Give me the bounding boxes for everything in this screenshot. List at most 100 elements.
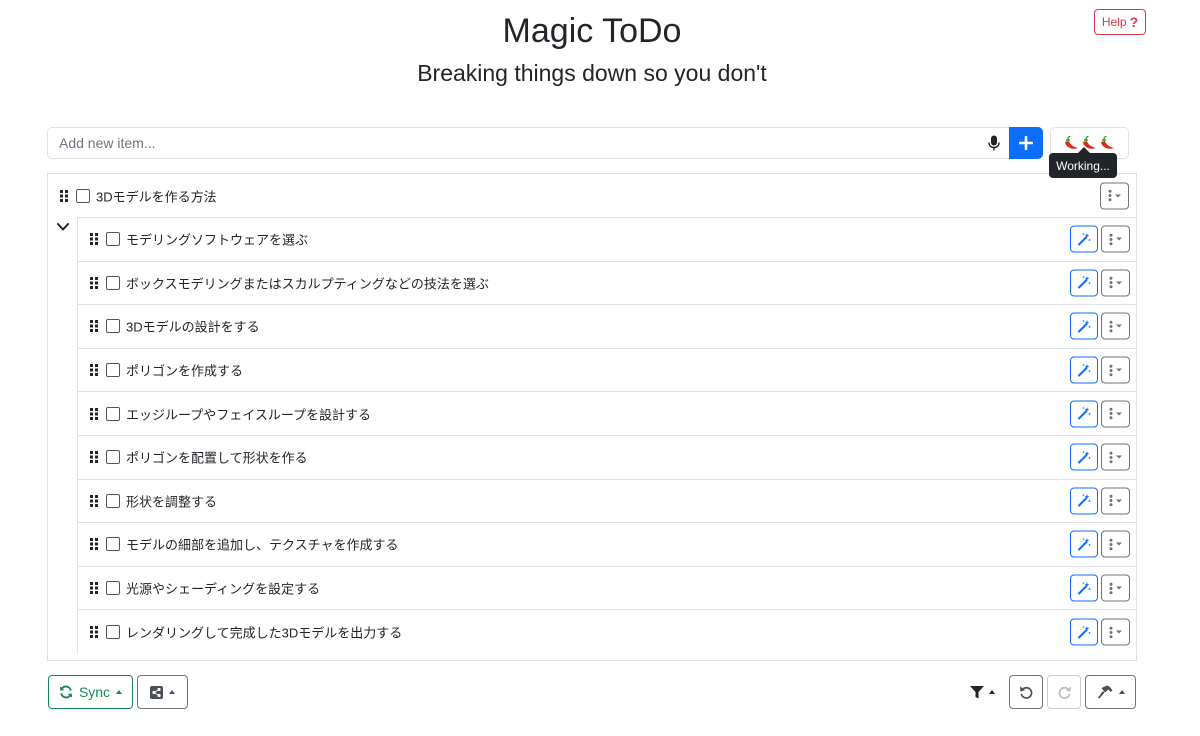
magic-breakdown-button[interactable]: [1070, 225, 1098, 253]
task-label[interactable]: 形状を調整する: [126, 491, 217, 510]
task-menu-button[interactable]: [1101, 356, 1130, 384]
task-menu-button[interactable]: [1101, 618, 1130, 646]
task-checkbox[interactable]: [106, 232, 120, 247]
magic-breakdown-button[interactable]: [1070, 443, 1098, 471]
drag-handle-icon[interactable]: [90, 364, 98, 377]
task-checkbox[interactable]: [106, 581, 120, 596]
vertical-dots-icon: [1109, 538, 1113, 551]
task-checkbox[interactable]: [76, 188, 90, 203]
caret-down-icon: [1116, 586, 1122, 590]
share-icon: [150, 685, 163, 699]
drag-handle-icon[interactable]: [90, 407, 98, 420]
task-label[interactable]: レンダリングして完成した3Dモデルを出力する: [126, 623, 402, 642]
task-menu-button[interactable]: [1101, 443, 1130, 471]
add-item-input[interactable]: [47, 127, 1009, 159]
task-label[interactable]: 3Dモデルの設計をする: [126, 317, 260, 336]
help-button[interactable]: Help ?: [1094, 9, 1146, 35]
magic-wand-icon: [1078, 232, 1091, 246]
task-menu-button[interactable]: [1101, 530, 1130, 558]
task-checkbox[interactable]: [106, 450, 120, 465]
task-label[interactable]: ボックスモデリングまたはスカルプティングなどの技法を選ぶ: [126, 273, 489, 292]
task-label[interactable]: 光源やシェーディングを設定する: [126, 579, 320, 598]
caret-up-icon: [116, 690, 123, 694]
task-row: エッジループやフェイスループを設計する: [78, 392, 1137, 436]
task-menu-button[interactable]: [1101, 269, 1130, 297]
magic-breakdown-button[interactable]: [1070, 574, 1098, 602]
task-row: ポリゴンを作成する: [78, 349, 1137, 393]
task-checkbox[interactable]: [106, 363, 120, 378]
add-item-group: [47, 127, 1043, 159]
magic-wand-icon: [1078, 363, 1091, 377]
caret-down-icon: [1116, 412, 1122, 416]
drag-handle-icon[interactable]: [90, 626, 98, 639]
task-menu-button[interactable]: [1101, 574, 1130, 602]
task-checkbox[interactable]: [106, 319, 120, 334]
task-row: ボックスモデリングまたはスカルプティングなどの技法を選ぶ: [78, 262, 1137, 306]
add-item-button[interactable]: [1009, 127, 1043, 159]
caret-down-icon: [1116, 630, 1122, 634]
magic-wand-icon: [1078, 319, 1091, 333]
task-label[interactable]: モデリングソフトウェアを選ぶ: [126, 230, 308, 249]
magic-breakdown-button[interactable]: [1070, 312, 1098, 340]
sync-button[interactable]: Sync: [48, 675, 133, 709]
task-row: ポリゴンを配置して形状を作る: [78, 436, 1137, 480]
bottom-toolbar: Sync: [0, 675, 1200, 709]
task-menu-button[interactable]: [1101, 400, 1130, 428]
caret-down-icon: [1116, 324, 1122, 328]
magic-breakdown-button[interactable]: [1070, 618, 1098, 646]
caret-down-icon: [1116, 455, 1122, 459]
chili-pepper-icon: [1101, 135, 1114, 149]
drag-handle-icon[interactable]: [90, 538, 98, 551]
task-menu-button[interactable]: [1101, 487, 1130, 515]
task-label[interactable]: エッジループやフェイスループを設計する: [126, 404, 371, 423]
task-label[interactable]: 3Dモデルを作る方法: [96, 186, 217, 205]
subtask-list: モデリングソフトウェアを選ぶ ボックスモデリングまたはスカルプティングなどの技法…: [77, 217, 1137, 654]
magic-wand-icon: [1078, 494, 1091, 507]
question-mark-icon: ?: [1129, 14, 1139, 30]
filter-icon: [969, 685, 984, 698]
task-checkbox[interactable]: [106, 625, 120, 640]
task-menu-button[interactable]: [1101, 312, 1130, 340]
vertical-dots-icon: [1109, 233, 1113, 245]
sync-label: Sync: [78, 684, 111, 700]
chevron-down-icon[interactable]: [57, 222, 69, 232]
task-checkbox[interactable]: [106, 275, 120, 290]
task-label[interactable]: ポリゴンを配置して形状を作る: [126, 448, 308, 467]
task-menu-button[interactable]: [1101, 225, 1130, 253]
drag-handle-icon[interactable]: [90, 494, 98, 507]
share-button[interactable]: [137, 675, 188, 709]
magic-wand-icon: [1078, 450, 1091, 464]
plus-icon: [1019, 136, 1033, 150]
task-checkbox[interactable]: [106, 406, 120, 421]
vertical-dots-icon: [1109, 495, 1113, 507]
drag-handle-icon[interactable]: [90, 320, 98, 333]
hammer-icon: [1097, 685, 1112, 699]
task-checkbox[interactable]: [106, 537, 120, 552]
drag-handle-icon[interactable]: [90, 233, 98, 246]
magic-breakdown-button[interactable]: [1070, 400, 1098, 428]
redo-button[interactable]: [1047, 675, 1081, 709]
drag-handle-icon[interactable]: [60, 189, 68, 202]
magic-breakdown-button[interactable]: [1070, 530, 1098, 558]
undo-icon: [1019, 685, 1032, 699]
task-menu-button[interactable]: [1100, 182, 1129, 209]
caret-down-icon: [1116, 237, 1122, 241]
undo-button[interactable]: [1009, 675, 1043, 709]
help-label: Help: [1101, 15, 1127, 29]
caret-down-icon: [1116, 499, 1122, 503]
caret-up-icon: [169, 690, 175, 694]
task-row: レンダリングして完成した3Dモデルを出力する: [78, 610, 1137, 654]
drag-handle-icon[interactable]: [90, 276, 98, 289]
magic-breakdown-button[interactable]: [1070, 269, 1098, 297]
task-label[interactable]: モデルの細部を追加し、テクスチャを作成する: [126, 535, 398, 554]
drag-handle-icon[interactable]: [90, 582, 98, 595]
magic-breakdown-button[interactable]: [1070, 356, 1098, 384]
drag-handle-icon[interactable]: [90, 451, 98, 464]
microphone-icon[interactable]: [987, 135, 1001, 151]
filter-button[interactable]: [962, 675, 1002, 709]
magic-breakdown-button[interactable]: [1070, 487, 1098, 515]
task-label[interactable]: ポリゴンを作成する: [126, 361, 243, 380]
tools-button[interactable]: [1085, 675, 1136, 709]
task-checkbox[interactable]: [106, 493, 120, 508]
vertical-dots-icon: [1108, 189, 1112, 202]
